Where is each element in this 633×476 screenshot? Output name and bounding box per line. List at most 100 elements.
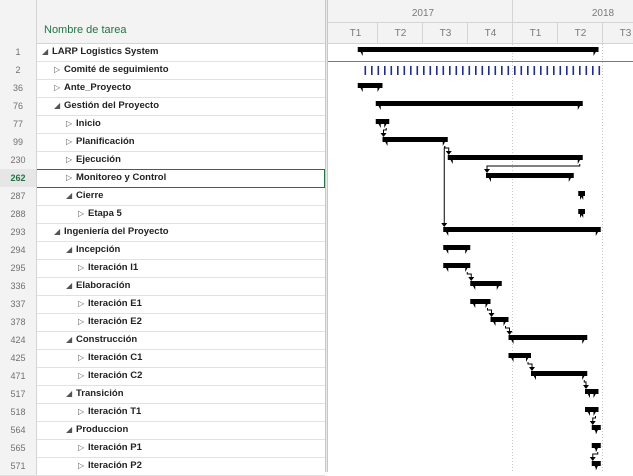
table-row[interactable]: 262 ▷ Monitoreo y Control [0,169,325,188]
collapse-triangle-icon[interactable]: ◢ [54,223,64,241]
table-row[interactable]: 293 ◢ Ingeniería del Proyecto [0,223,325,242]
row-id[interactable]: 293 [0,223,37,241]
task-name-cell[interactable]: ▷ Iteración P1 [78,439,142,457]
task-name-label: Iteración C1 [88,352,143,363]
row-id[interactable]: 518 [0,403,37,421]
table-row[interactable]: 336 ◢ Elaboración [0,277,325,296]
task-name-cell[interactable]: ◢ Transición [66,385,124,403]
task-name-cell[interactable]: ◢ Gestión del Proyecto [54,97,159,115]
row-id[interactable]: 76 [0,97,37,115]
table-row[interactable]: 77 ▷ Inicio [0,115,325,134]
row-id[interactable]: 336 [0,277,37,295]
task-name-cell[interactable]: ▷ Etapa 5 [78,205,122,223]
expand-triangle-icon[interactable]: ▷ [78,259,88,277]
collapse-triangle-icon[interactable]: ◢ [42,43,52,61]
expand-triangle-icon[interactable]: ▷ [66,115,76,133]
row-id[interactable]: 424 [0,331,37,349]
row-id[interactable]: 288 [0,205,37,223]
table-row[interactable]: 76 ◢ Gestión del Proyecto [0,97,325,116]
table-row[interactable]: 564 ◢ Produccion [0,421,325,440]
expand-triangle-icon[interactable]: ▷ [78,313,88,331]
table-row[interactable]: 565 ▷ Iteración P1 [0,439,325,458]
table-row[interactable]: 518 ▷ Iteración T1 [0,403,325,422]
task-name-cell[interactable]: ◢ Incepción [66,241,120,259]
expand-triangle-icon[interactable]: ▷ [66,133,76,151]
row-id[interactable]: 471 [0,367,37,385]
row-id[interactable]: 565 [0,439,37,457]
select-all-corner[interactable] [0,0,37,43]
row-id[interactable]: 295 [0,259,37,277]
table-row[interactable]: 287 ◢ Cierre [0,187,325,206]
row-id[interactable]: 517 [0,385,37,403]
expand-triangle-icon[interactable]: ▷ [78,457,88,475]
collapse-triangle-icon[interactable]: ◢ [66,241,76,259]
task-name-cell[interactable]: ▷ Iteración E1 [78,295,142,313]
task-name-cell[interactable]: ▷ Iteración C2 [78,367,142,385]
expand-triangle-icon[interactable]: ▷ [54,61,64,79]
row-id[interactable]: 564 [0,421,37,439]
expand-triangle-icon[interactable]: ▷ [78,349,88,367]
table-row[interactable]: 571 ▷ Iteración P2 [0,457,325,476]
row-id[interactable]: 337 [0,295,37,313]
task-name-cell[interactable]: ▷ Iteración E2 [78,313,142,331]
collapse-triangle-icon[interactable]: ◢ [54,97,64,115]
table-row[interactable]: 230 ▷ Ejecución [0,151,325,170]
expand-triangle-icon[interactable]: ▷ [78,205,88,223]
row-id[interactable]: 36 [0,79,37,97]
row-id[interactable]: 2 [0,61,37,79]
row-id[interactable]: 99 [0,133,37,151]
task-name-cell[interactable]: ◢ Ingeniería del Proyecto [54,223,169,241]
collapse-triangle-icon[interactable]: ◢ [66,331,76,349]
recurring-task-tick [384,66,386,75]
table-row[interactable]: 424 ◢ Construcción [0,331,325,350]
task-name-cell[interactable]: ▷ Inicio [66,115,101,133]
collapse-triangle-icon[interactable]: ◢ [66,187,76,205]
expand-triangle-icon[interactable]: ▷ [78,367,88,385]
column-header-task-name[interactable]: Nombre de tarea [44,24,127,36]
table-row[interactable]: 337 ▷ Iteración E1 [0,295,325,314]
table-row[interactable]: 517 ◢ Transición [0,385,325,404]
expand-triangle-icon[interactable]: ▷ [78,295,88,313]
table-row[interactable]: 36 ▷ Ante_Proyecto [0,79,325,98]
task-name-cell[interactable]: ◢ LARP Logistics System [42,43,158,61]
task-name-cell[interactable]: ◢ Construcción [66,331,137,349]
expand-triangle-icon[interactable]: ▷ [78,439,88,457]
task-name-cell[interactable]: ◢ Cierre [66,187,103,205]
row-id[interactable]: 77 [0,115,37,133]
row-id[interactable]: 294 [0,241,37,259]
task-name-cell[interactable]: ▷ Ejecución [66,151,121,169]
row-id[interactable]: 262 [0,169,37,187]
row-id[interactable]: 571 [0,457,37,475]
collapse-triangle-icon[interactable]: ◢ [66,385,76,403]
task-name-cell[interactable]: ▷ Monitoreo y Control [66,169,166,187]
table-row[interactable]: 99 ▷ Planificación [0,133,325,152]
expand-triangle-icon[interactable]: ▷ [66,151,76,169]
row-id[interactable]: 287 [0,187,37,205]
table-row[interactable]: 378 ▷ Iteración E2 [0,313,325,332]
table-row[interactable]: 425 ▷ Iteración C1 [0,349,325,368]
row-id[interactable]: 378 [0,313,37,331]
task-name-cell[interactable]: ◢ Produccion [66,421,128,439]
collapse-triangle-icon[interactable]: ◢ [66,277,76,295]
task-name-cell[interactable]: ▷ Iteración C1 [78,349,142,367]
expand-triangle-icon[interactable]: ▷ [78,403,88,421]
task-name-cell[interactable]: ▷ Iteración P2 [78,457,142,475]
table-row[interactable]: 471 ▷ Iteración C2 [0,367,325,386]
task-name-cell[interactable]: ◢ Elaboración [66,277,130,295]
expand-triangle-icon[interactable]: ▷ [66,169,76,187]
table-row[interactable]: 294 ◢ Incepción [0,241,325,260]
task-name-cell[interactable]: ▷ Comité de seguimiento [54,61,169,79]
task-name-cell[interactable]: ▷ Planificación [66,133,135,151]
collapse-triangle-icon[interactable]: ◢ [66,421,76,439]
task-name-cell[interactable]: ▷ Iteración I1 [78,259,138,277]
table-row[interactable]: 295 ▷ Iteración I1 [0,259,325,278]
task-name-cell[interactable]: ▷ Iteración T1 [78,403,141,421]
row-id[interactable]: 425 [0,349,37,367]
row-id[interactable]: 230 [0,151,37,169]
row-id[interactable]: 1 [0,43,37,61]
task-name-cell[interactable]: ▷ Ante_Proyecto [54,79,131,97]
table-row[interactable]: 1 ◢ LARP Logistics System [0,43,325,62]
table-row[interactable]: 288 ▷ Etapa 5 [0,205,325,224]
table-row[interactable]: 2 ▷ Comité de seguimiento [0,61,325,80]
expand-triangle-icon[interactable]: ▷ [54,79,64,97]
